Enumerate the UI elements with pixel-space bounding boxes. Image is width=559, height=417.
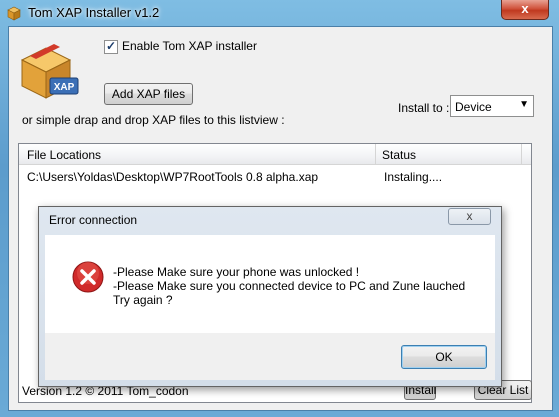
error-icon bbox=[72, 261, 104, 293]
error-message-line: -Please Make sure your phone was unlocke… bbox=[113, 265, 360, 279]
column-header-file-locations[interactable]: File Locations bbox=[27, 148, 101, 162]
install-target-value: Device bbox=[455, 100, 492, 114]
column-divider[interactable] bbox=[375, 144, 376, 164]
install-to-label: Install to : bbox=[398, 101, 450, 115]
ok-button[interactable]: OK bbox=[401, 345, 487, 369]
listview-header: File Locations Status bbox=[19, 144, 531, 165]
dialog-close-button[interactable]: x bbox=[448, 208, 491, 225]
window-title: Tom XAP Installer v1.2 bbox=[28, 5, 160, 20]
error-message-line: -Please Make sure you connected device t… bbox=[113, 279, 466, 293]
row-status[interactable]: Instaling.... bbox=[384, 170, 442, 184]
package-logo-icon: XAP bbox=[20, 44, 79, 99]
chevron-down-icon: ▼ bbox=[519, 99, 529, 110]
enable-installer-label[interactable]: Enable Tom XAP installer bbox=[122, 39, 257, 53]
error-dialog: Error connection x -Please Make sure you… bbox=[38, 206, 502, 387]
title-bar[interactable]: Tom XAP Installer v1.2 x bbox=[0, 0, 559, 26]
window-close-button[interactable]: x bbox=[501, 0, 549, 20]
row-file-location[interactable]: C:\Users\Yoldas\Desktop\WP7RootTools 0.8… bbox=[27, 170, 318, 184]
install-target-select[interactable]: Device ▼ bbox=[450, 95, 534, 117]
add-xap-files-button[interactable]: Add XAP files bbox=[104, 83, 193, 105]
app-icon bbox=[7, 6, 21, 21]
close-icon: x bbox=[466, 209, 473, 223]
close-icon: x bbox=[521, 1, 529, 16]
svg-text:XAP: XAP bbox=[54, 82, 75, 93]
enable-installer-checkbox[interactable]: ✓ bbox=[104, 39, 118, 54]
column-divider[interactable] bbox=[521, 144, 522, 164]
error-message-line: Try again ? bbox=[113, 293, 173, 307]
dialog-title: Error connection bbox=[49, 213, 138, 227]
check-icon: ✓ bbox=[106, 39, 117, 53]
drag-drop-hint: or simple drap and drop XAP files to thi… bbox=[22, 113, 285, 127]
column-header-status[interactable]: Status bbox=[382, 148, 416, 162]
installer-window: Tom XAP Installer v1.2 x XAP ✓ Enable To… bbox=[0, 0, 559, 417]
dialog-message-area: -Please Make sure your phone was unlocke… bbox=[45, 235, 495, 333]
